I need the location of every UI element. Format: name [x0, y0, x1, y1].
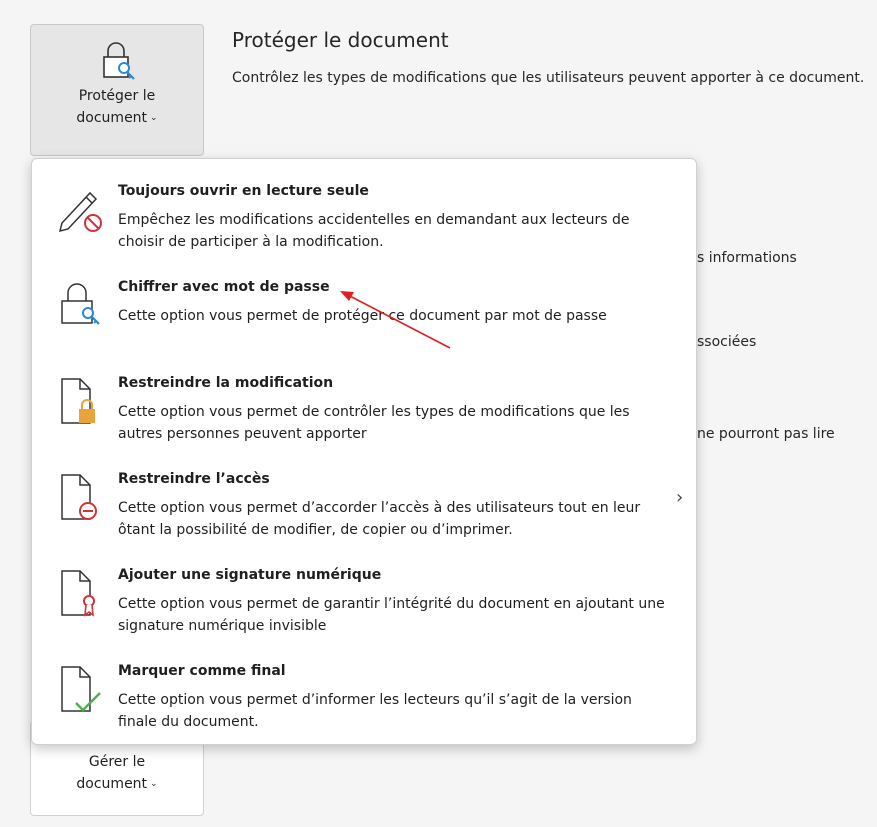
manage-document-label-1: Gérer le: [88, 754, 146, 770]
chevron-right-icon: ›: [676, 487, 684, 508]
document-lock-icon: [61, 378, 95, 424]
background-text-1: s informations: [697, 250, 797, 266]
menu-item-description: Cette option vous permet d’informer les …: [118, 692, 632, 730]
menu-item-title: Restreindre l’accès: [118, 471, 270, 487]
manage-document-label-2: document ⌄: [76, 776, 158, 792]
menu-item-restrict-editing[interactable]: Restreindre la modification Cette option…: [32, 359, 696, 449]
menu-item-description: Cette option vous permet de contrôler le…: [118, 404, 630, 442]
menu-item-restrict-access[interactable]: Restreindre l’accès Cette option vous pe…: [32, 455, 696, 545]
section-description: Contrôlez les types de modifications que…: [232, 70, 865, 86]
background-text-3: ne pourront pas lire: [697, 426, 835, 442]
menu-item-description: Cette option vous permet de protéger ce …: [118, 308, 607, 324]
document-check-icon: [61, 666, 101, 712]
menu-item-title: Toujours ouvrir en lecture seule: [118, 183, 369, 199]
chevron-down-icon: ⌄: [150, 113, 158, 123]
protect-document-menu: Toujours ouvrir en lecture seule Empêche…: [31, 158, 697, 745]
menu-item-encrypt-password[interactable]: Chiffrer avec mot de passe Cette option …: [32, 263, 696, 353]
protect-document-label-2: document ⌄: [76, 110, 158, 126]
background-text-2: ssociées: [697, 334, 757, 350]
menu-item-digital-signature[interactable]: Ajouter une signature numérique Cette op…: [32, 551, 696, 641]
menu-item-title: Chiffrer avec mot de passe: [118, 279, 330, 295]
menu-item-title: Restreindre la modification: [118, 375, 334, 391]
section-title: Protéger le document: [232, 28, 449, 52]
menu-item-read-only[interactable]: Toujours ouvrir en lecture seule Empêche…: [32, 167, 696, 257]
menu-item-mark-final[interactable]: Marquer comme final Cette option vous pe…: [32, 647, 696, 737]
lock-key-icon: [61, 283, 100, 325]
document-ribbon-icon: [61, 570, 95, 617]
protect-document-button[interactable]: Protéger le document ⌄: [30, 24, 204, 156]
document-restricted-icon: [61, 474, 97, 520]
menu-item-description: Cette option vous permet de garantir l’i…: [118, 596, 665, 634]
menu-item-description: Empêchez les modifications accidentelles…: [118, 212, 630, 250]
protect-document-label-1: Protéger le: [78, 88, 156, 104]
menu-item-description: Cette option vous permet d’accorder l’ac…: [118, 500, 641, 538]
chevron-down-icon: ⌄: [150, 779, 158, 789]
menu-item-title: Marquer comme final: [118, 663, 286, 679]
menu-item-title: Ajouter une signature numérique: [118, 567, 382, 583]
lock-key-icon: [103, 42, 135, 80]
pencil-no-icon: [58, 191, 102, 233]
